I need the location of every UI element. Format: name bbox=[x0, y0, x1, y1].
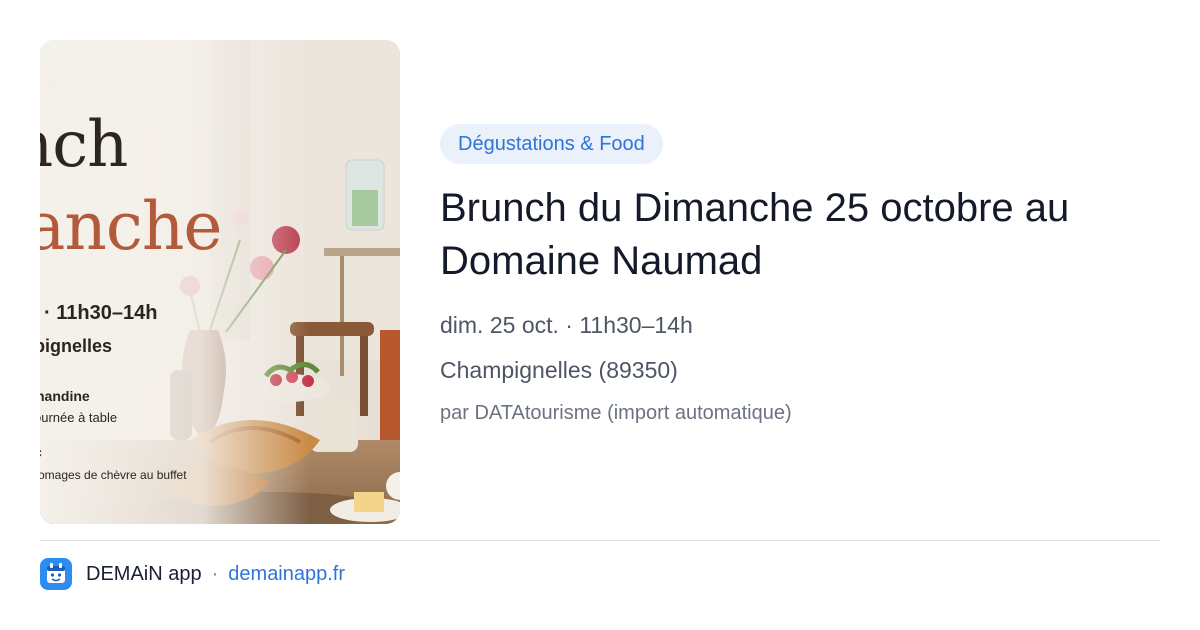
event-title[interactable]: Brunch du Dimanche 25 octobre au Domaine… bbox=[440, 182, 1170, 288]
demain-app-logo-icon[interactable] bbox=[40, 558, 72, 590]
app-name: DEMAiN app bbox=[86, 562, 202, 585]
event-date: dim. 25 oct. · 11h30–14h bbox=[440, 312, 693, 338]
brunch-photo bbox=[40, 40, 400, 524]
footer-separator: · bbox=[211, 562, 219, 585]
footer: DEMAiN app · demainapp.fr bbox=[40, 558, 345, 590]
category-badge[interactable]: Dégustations & Food bbox=[440, 124, 663, 164]
domain-link[interactable]: demainapp.fr bbox=[228, 563, 345, 586]
event-location: Champignelles (89350) bbox=[440, 357, 678, 383]
event-image[interactable]: nch anche · 11h30–14h pignelles nandine … bbox=[40, 40, 400, 524]
divider bbox=[40, 540, 1160, 541]
event-source: par DATAtourisme (import automatique) bbox=[440, 402, 792, 424]
